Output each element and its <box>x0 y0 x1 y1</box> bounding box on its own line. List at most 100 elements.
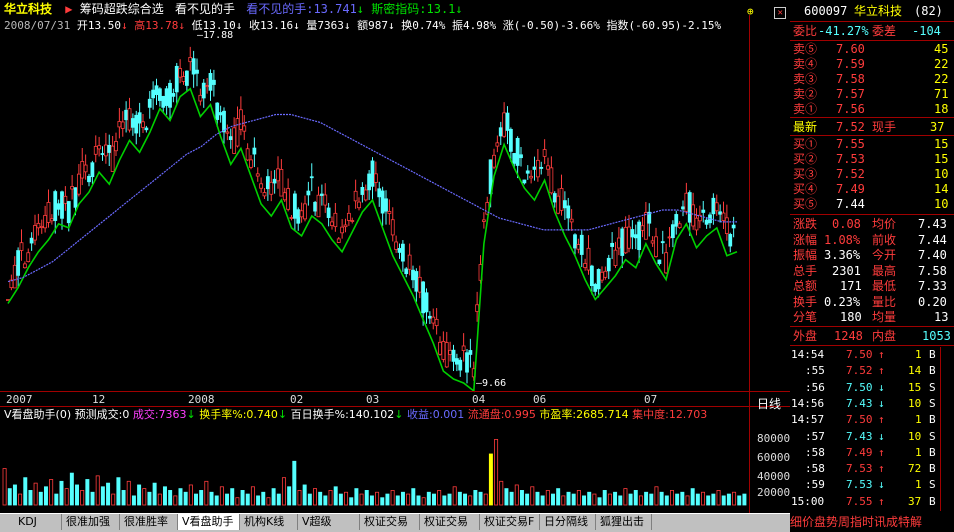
stat-value: 1.08% <box>824 232 861 247</box>
outer-label: 外盘 <box>793 329 818 343</box>
tab-5[interactable]: V超级MACD <box>298 514 360 530</box>
volume-bar <box>638 495 643 506</box>
candle <box>93 135 98 163</box>
candle <box>434 308 439 335</box>
volume-bar <box>519 490 524 506</box>
volume-bar <box>7 488 12 506</box>
tab-6[interactable]: 权证交易B <box>360 514 420 530</box>
candle <box>377 181 382 207</box>
sell-row[interactable]: 卖④ 7.59 22 <box>790 57 950 72</box>
volume-bar <box>690 488 695 506</box>
candle-body <box>201 82 206 99</box>
tab-1[interactable]: 很准加强 <box>62 514 120 530</box>
candle-body <box>319 193 324 196</box>
candle <box>724 204 729 241</box>
tab-8[interactable]: 权证交易F <box>480 514 540 530</box>
volume-bar <box>297 490 302 506</box>
buy-row[interactable]: 买① 7.55 15 <box>790 137 950 152</box>
indicator-name[interactable]: 筹码超跌综合选 <box>80 2 164 16</box>
candle-body <box>596 269 601 290</box>
volume-bar <box>395 495 400 506</box>
candle-body <box>508 128 513 152</box>
sell-price: 7.56 <box>836 102 865 116</box>
tab-3[interactable]: V看盘助手 <box>178 514 240 530</box>
tick-row: :57 7.43 ↓ 10 S <box>790 430 950 444</box>
candle <box>505 106 510 145</box>
stat-row: 振幅 3.36% 今开 7.40 <box>790 248 950 263</box>
candle <box>667 227 672 248</box>
candle <box>492 148 496 170</box>
candle-body <box>731 224 736 229</box>
candle-body <box>286 188 291 210</box>
candle <box>279 159 284 197</box>
volume-bar <box>49 479 54 506</box>
volume-bar <box>338 493 343 506</box>
volume-bar <box>121 490 126 506</box>
candle-body <box>387 211 392 214</box>
tab-2[interactable]: 很准胜率 <box>120 514 178 530</box>
candle <box>431 308 436 330</box>
candle-body <box>603 270 608 278</box>
stat-label: 振幅 <box>793 248 818 262</box>
candle <box>245 143 250 162</box>
x-axis-label: 04 <box>472 393 486 406</box>
buy-row[interactable]: 买④ 7.49 14 <box>790 182 950 197</box>
tab-0[interactable]: KDJ <box>14 514 62 530</box>
scrollbar-track <box>940 347 941 511</box>
down-arrow-icon: ↓ <box>878 380 885 394</box>
period-label[interactable]: 日线 <box>757 395 781 412</box>
tick-time: 14:54 <box>791 348 825 361</box>
sell-row[interactable]: 卖① 7.56 18 <box>790 102 950 117</box>
stat-label: 今开 <box>872 248 897 262</box>
volume-bar <box>571 493 576 506</box>
tick-vol: 1 <box>915 348 922 361</box>
buy-row[interactable]: 买② 7.53 15 <box>790 152 950 167</box>
tab-10[interactable]: 狐狸出击 <box>596 514 652 530</box>
tab-7[interactable]: 权证交易C <box>420 514 480 530</box>
down-arrow-icon: ↓ <box>186 408 196 421</box>
close-icon[interactable]: ✕ <box>774 7 787 19</box>
sell-price: 7.60 <box>836 42 865 56</box>
candle-body <box>171 93 176 97</box>
stat-label: 前收 <box>872 232 897 247</box>
candle-body <box>181 76 186 82</box>
kline-chart[interactable] <box>0 15 754 393</box>
sell-row[interactable]: 卖⑤ 7.60 45 <box>790 42 950 57</box>
candle-body <box>259 183 264 189</box>
volume-bar <box>613 491 618 506</box>
volume-bar <box>287 486 292 506</box>
candle <box>195 58 199 87</box>
candle-body <box>29 237 34 244</box>
news-marquee[interactable]: 细价盘势周指时讯成特解 <box>790 513 954 531</box>
candle-body <box>576 244 581 250</box>
buy-price: 7.44 <box>836 197 865 211</box>
volume-bar <box>675 493 680 506</box>
candle-body <box>313 201 318 212</box>
volume-bar <box>685 495 690 506</box>
volume-chart[interactable] <box>0 423 750 507</box>
buy-row[interactable]: 买⑤ 7.44 10 <box>790 197 950 212</box>
candle-body <box>97 145 102 150</box>
candle-body <box>120 121 125 129</box>
up-arrow-icon: ↑ <box>878 348 885 361</box>
volume-bar <box>726 493 731 506</box>
candle <box>43 205 48 233</box>
sell-row[interactable]: 卖③ 7.58 22 <box>790 72 950 87</box>
candle <box>400 240 405 272</box>
buy-vol: 14 <box>934 182 949 196</box>
candle <box>289 214 294 221</box>
buy-row[interactable]: 买③ 7.52 10 <box>790 167 950 182</box>
stat-row: 换手 0.23% 量比 0.20 <box>790 295 950 310</box>
candle <box>620 226 625 268</box>
sell-row[interactable]: 卖② 7.57 71 <box>790 87 950 102</box>
tab-9[interactable]: 日分隔线 <box>540 514 596 530</box>
volume-bar <box>488 453 493 506</box>
tick-vol: 14 <box>908 364 922 378</box>
volume-bar <box>142 488 147 506</box>
stat-label: 均价 <box>872 217 897 231</box>
tab-4[interactable]: 机构K线(修 <box>240 514 298 530</box>
candle-body <box>600 271 604 281</box>
vol-indicator-name[interactable]: V看盘助手(0) <box>4 408 71 421</box>
down-arrow-icon: ↓ <box>455 2 463 16</box>
candle-body <box>87 175 91 183</box>
